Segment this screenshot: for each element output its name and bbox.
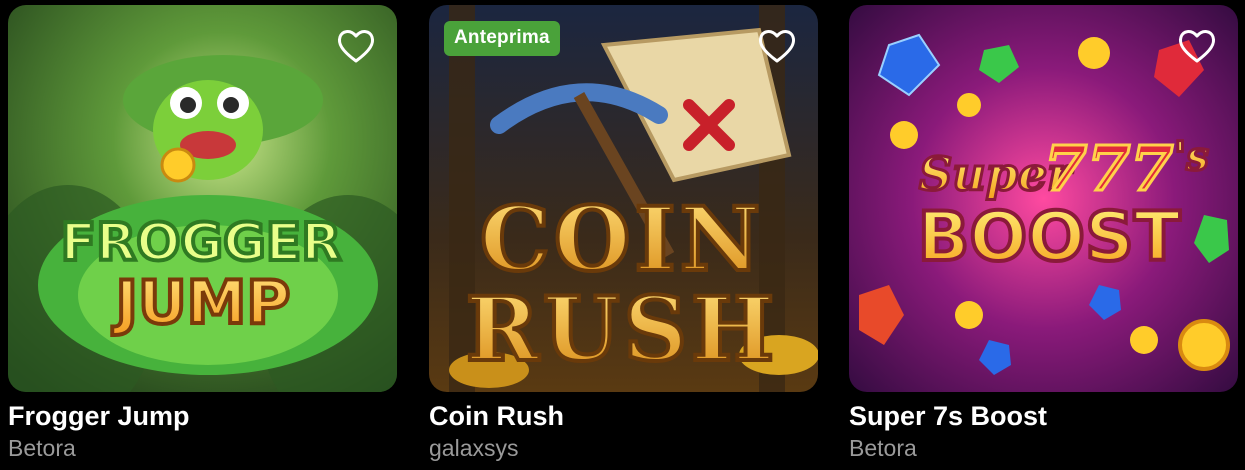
game-card-coin-rush[interactable]: COIN RUSH Anteprima Coin Rush galaxsys [429,5,818,465]
game-title[interactable]: Coin Rush [429,400,818,432]
artwork-title-line2: JUMP [112,268,291,338]
preview-badge: Anteprima [444,21,560,56]
heart-outline-icon [1178,30,1216,63]
game-provider: Betora [8,435,76,461]
artwork-title-s: 's [1174,133,1209,180]
game-card-super-7s-boost[interactable]: Super 777 's BOOST Super 7s Boost Betora [849,5,1238,465]
heart-outline-icon [337,30,375,63]
game-title[interactable]: Super 7s Boost [849,400,1238,432]
favorite-button[interactable] [754,23,800,69]
game-title[interactable]: Frogger Jump [8,400,397,432]
game-provider: Betora [849,435,917,461]
favorite-button[interactable] [333,23,379,69]
game-thumbnail[interactable]: Super 777 's BOOST [849,5,1238,392]
artwork-title-sevens: 777 [1044,132,1173,205]
heart-outline-icon [758,30,796,63]
game-provider: galaxsys [429,435,519,461]
artwork-title-line1: FROGGER [61,213,342,273]
artwork-title-line2: RUSH [466,277,779,381]
game-thumbnail[interactable]: COIN RUSH Anteprima [429,5,818,392]
artwork-title-boost: BOOST [918,198,1181,277]
artwork-title-line1: COIN [480,187,764,291]
game-card-frogger-jump[interactable]: FROGGER JUMP Frogger Jump Betora [8,5,397,465]
game-thumbnail[interactable]: FROGGER JUMP [8,5,397,392]
favorite-button[interactable] [1174,23,1220,69]
